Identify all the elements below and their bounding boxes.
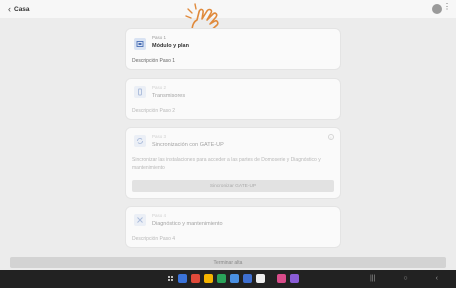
app-icon[interactable] bbox=[178, 274, 187, 283]
app-icon[interactable] bbox=[204, 274, 213, 283]
step-description: Descripción Paso 2 bbox=[132, 108, 176, 114]
page-title: Casa bbox=[14, 5, 30, 13]
avatar[interactable] bbox=[432, 4, 442, 14]
step-description: Descripción Paso 4 bbox=[132, 236, 176, 242]
step-card-2[interactable]: Paso 2 Transmisores Descripción Paso 2 bbox=[125, 78, 341, 120]
step-card-1[interactable]: Paso 1 Módulo y plan Descripción Paso 1 bbox=[125, 28, 341, 70]
finish-button[interactable]: Terminar alta bbox=[10, 257, 446, 268]
info-icon[interactable]: i bbox=[328, 134, 334, 140]
system-nav-bar: ||| ○ ‹ bbox=[0, 270, 456, 288]
app-icon[interactable] bbox=[191, 274, 200, 283]
home-icon[interactable]: ○ bbox=[403, 275, 407, 282]
chevron-left-icon[interactable]: ‹ bbox=[8, 4, 11, 14]
sync-icon bbox=[134, 135, 146, 147]
step-card-3[interactable]: Paso 3 Sincronización con GATE-UP i Sinc… bbox=[125, 127, 341, 199]
step-number: Paso 4 bbox=[152, 213, 167, 218]
recents-icon[interactable]: ||| bbox=[370, 275, 375, 282]
app-drawer-icon[interactable] bbox=[168, 275, 174, 282]
step-title: Módulo y plan bbox=[152, 43, 189, 49]
app-icon[interactable] bbox=[230, 274, 239, 283]
sync-gateup-button[interactable]: Sincronizar GATE-UP bbox=[132, 180, 334, 192]
step-title: Diagnóstico y mantenimiento bbox=[152, 221, 223, 227]
back-nav-icon[interactable]: ‹ bbox=[436, 275, 438, 282]
module-icon bbox=[134, 38, 146, 50]
transmitter-icon bbox=[134, 86, 146, 98]
app-dock bbox=[168, 274, 299, 283]
step-title: Transmisores bbox=[152, 93, 186, 99]
step-number: Paso 3 bbox=[152, 134, 167, 139]
system-buttons: ||| ○ ‹ bbox=[370, 275, 438, 282]
step-title: Sincronización con GATE-UP bbox=[152, 142, 224, 148]
app-icon[interactable] bbox=[243, 274, 252, 283]
more-vert-icon[interactable]: ⋮ bbox=[443, 3, 451, 11]
app-icon[interactable] bbox=[217, 274, 226, 283]
step-card-4[interactable]: Paso 4 Diagnóstico y mantenimiento Descr… bbox=[125, 206, 341, 248]
app-icon[interactable] bbox=[256, 274, 265, 283]
step-number: Paso 2 bbox=[152, 85, 167, 90]
app-icon[interactable] bbox=[290, 274, 299, 283]
app-icon[interactable] bbox=[277, 274, 286, 283]
back-button[interactable]: ‹ Casa bbox=[8, 4, 30, 14]
tools-icon bbox=[134, 214, 146, 226]
step-description: Sincronizar las instalaciones para acced… bbox=[132, 157, 321, 171]
step-number: Paso 1 bbox=[152, 35, 167, 40]
step-description: Descripción Paso 1 bbox=[132, 58, 176, 64]
